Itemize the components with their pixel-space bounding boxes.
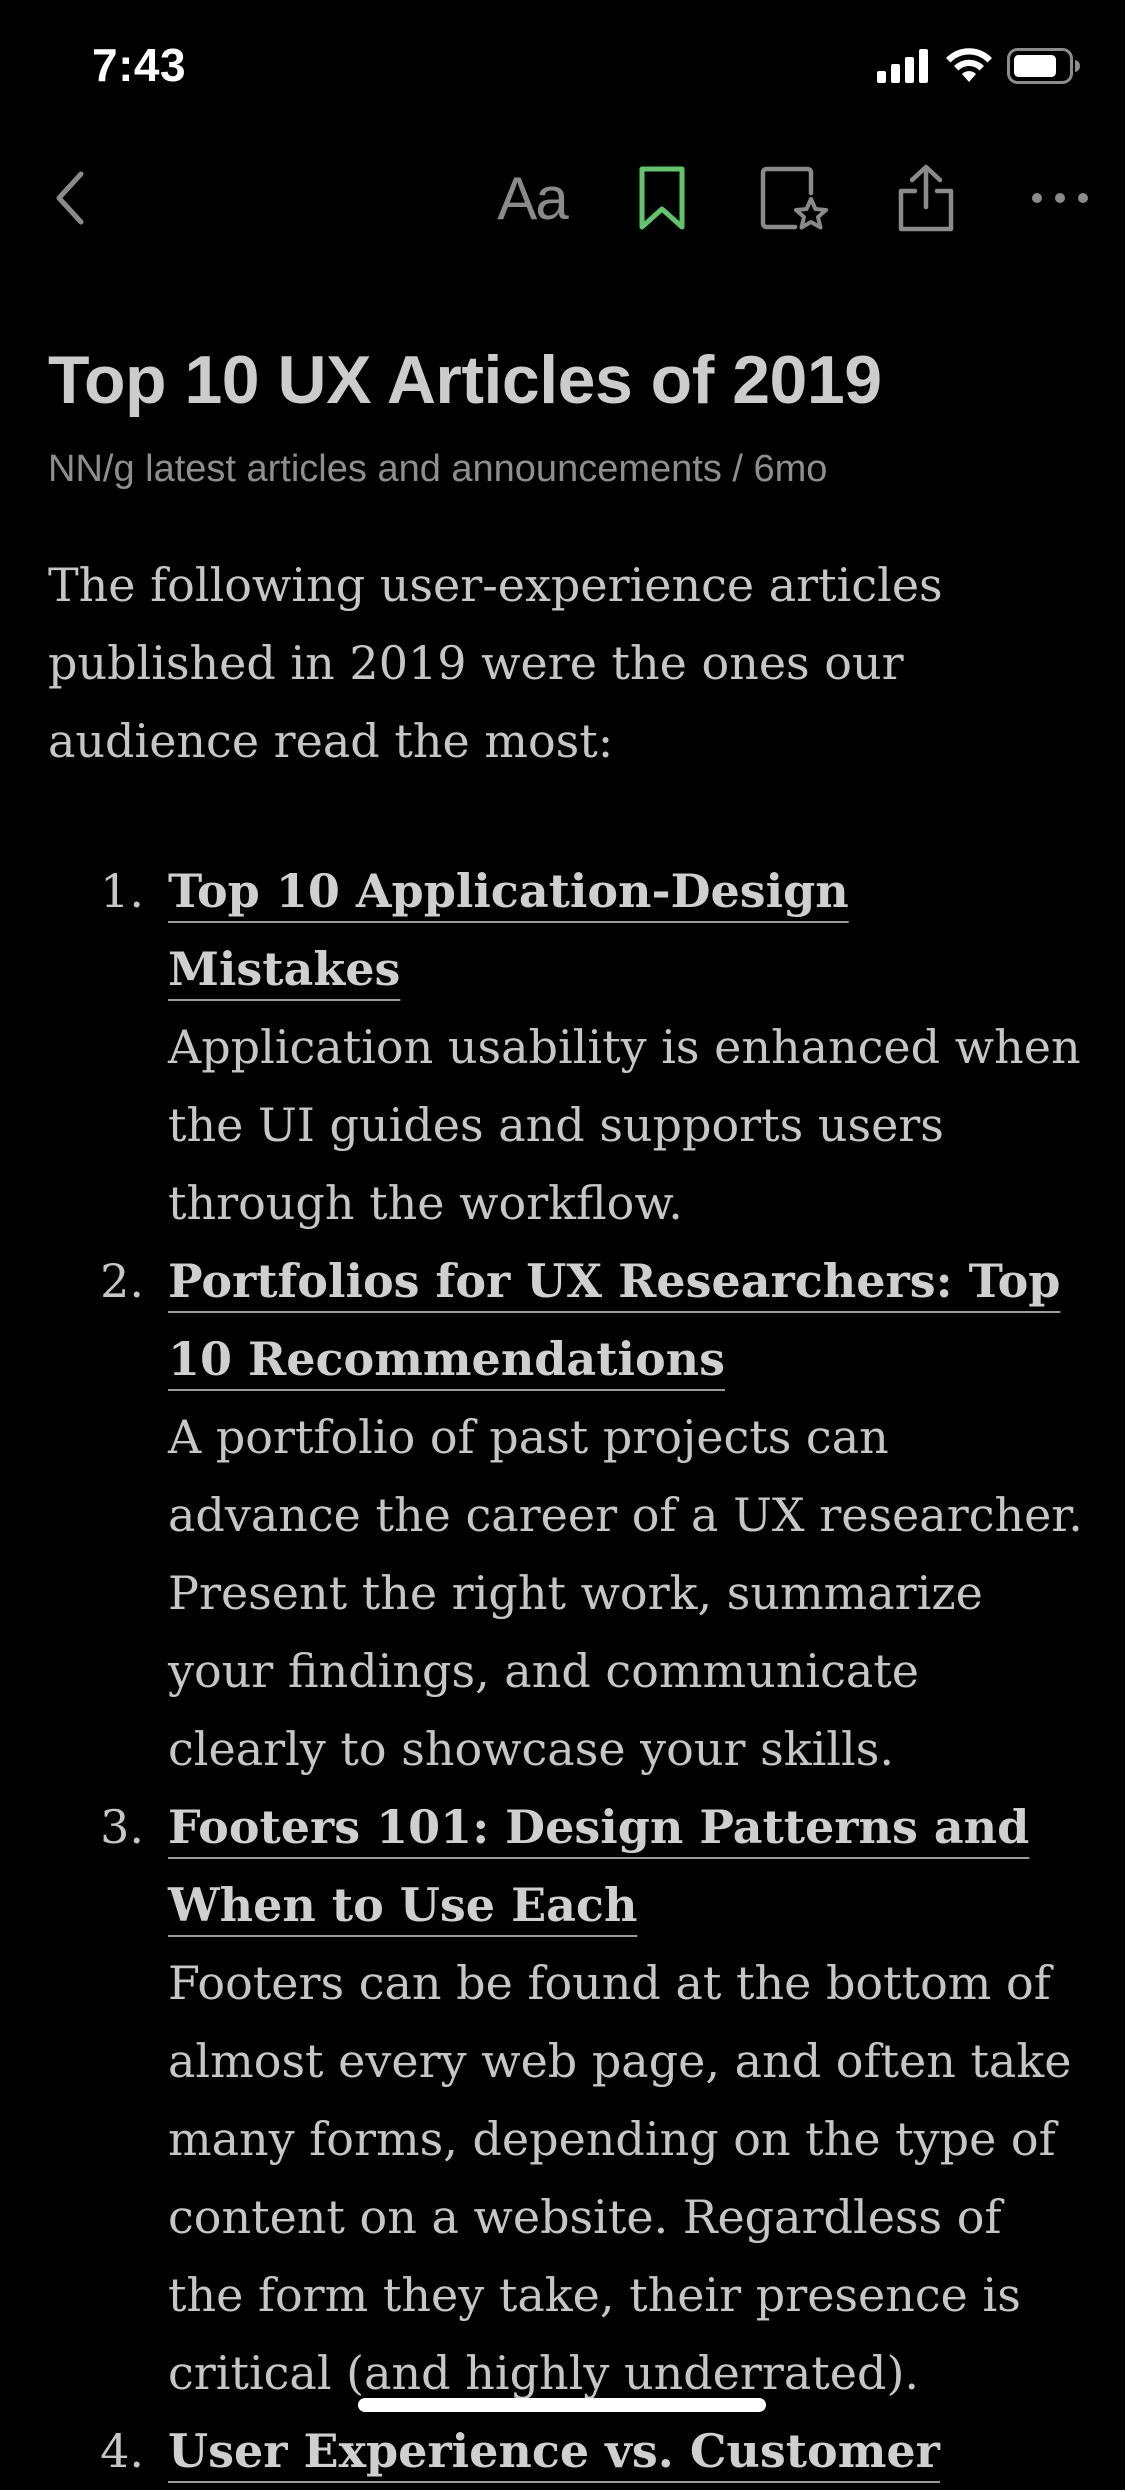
reader-toolbar: Aa	[0, 150, 1125, 246]
status-bar: 7:43	[0, 0, 1125, 132]
article-title: Top 10 UX Articles of 2019	[48, 342, 882, 418]
signal-icon	[877, 49, 931, 83]
list-item-number: 4.	[100, 2424, 144, 2478]
share-button[interactable]	[890, 150, 962, 246]
article-list: 1. Top 10 Application-Design Mistakes Ap…	[48, 852, 1088, 2490]
favorite-button[interactable]	[756, 150, 832, 246]
chevron-left-icon	[53, 170, 87, 226]
list-item: 4. User Experience vs. Customer	[48, 2412, 1088, 2490]
list-item-number: 2.	[100, 1254, 144, 1308]
bookmark-button[interactable]	[628, 150, 696, 246]
list-item-description: A portfolio of past projects can advance…	[168, 1410, 1083, 1776]
article-link[interactable]: User Experience vs. Customer	[168, 2424, 940, 2478]
article-link[interactable]: Portfolios for UX Researchers: Top 10 Re…	[168, 1254, 1060, 1386]
wifi-icon	[945, 48, 993, 84]
article-meta: NN/g latest articles and announcements /…	[48, 448, 828, 490]
more-icon	[1031, 192, 1089, 204]
list-item: 3. Footers 101: Design Patterns and When…	[48, 1788, 1088, 2412]
share-icon	[895, 163, 957, 233]
list-item-number: 3.	[100, 1800, 144, 1854]
star-page-icon	[759, 163, 829, 233]
article-link[interactable]: Top 10 Application-Design Mistakes	[168, 864, 849, 996]
list-item: 1. Top 10 Application-Design Mistakes Ap…	[48, 852, 1088, 1242]
article-link[interactable]: Footers 101: Design Patterns and When to…	[168, 1800, 1029, 1932]
list-item-description: Application usability is enhanced when t…	[168, 1020, 1081, 1230]
status-time: 7:43	[92, 39, 187, 91]
bookmark-icon	[637, 165, 687, 231]
battery-icon	[1007, 48, 1081, 84]
font-settings-button[interactable]: Aa	[486, 150, 578, 246]
list-item: 2. Portfolios for UX Researchers: Top 10…	[48, 1242, 1088, 1788]
home-indicator[interactable]	[358, 2398, 766, 2412]
font-settings-label: Aa	[497, 164, 568, 232]
more-button[interactable]	[1022, 150, 1098, 246]
back-button[interactable]	[40, 150, 100, 246]
list-item-number: 1.	[100, 864, 144, 918]
article-intro: The following user-experience articles p…	[48, 558, 943, 768]
article: Top 10 UX Articles of 2019 NN/g latest a…	[48, 330, 1088, 2490]
list-item-description: Footers can be found at the bottom of al…	[168, 1956, 1072, 2400]
status-icons	[877, 48, 1081, 84]
